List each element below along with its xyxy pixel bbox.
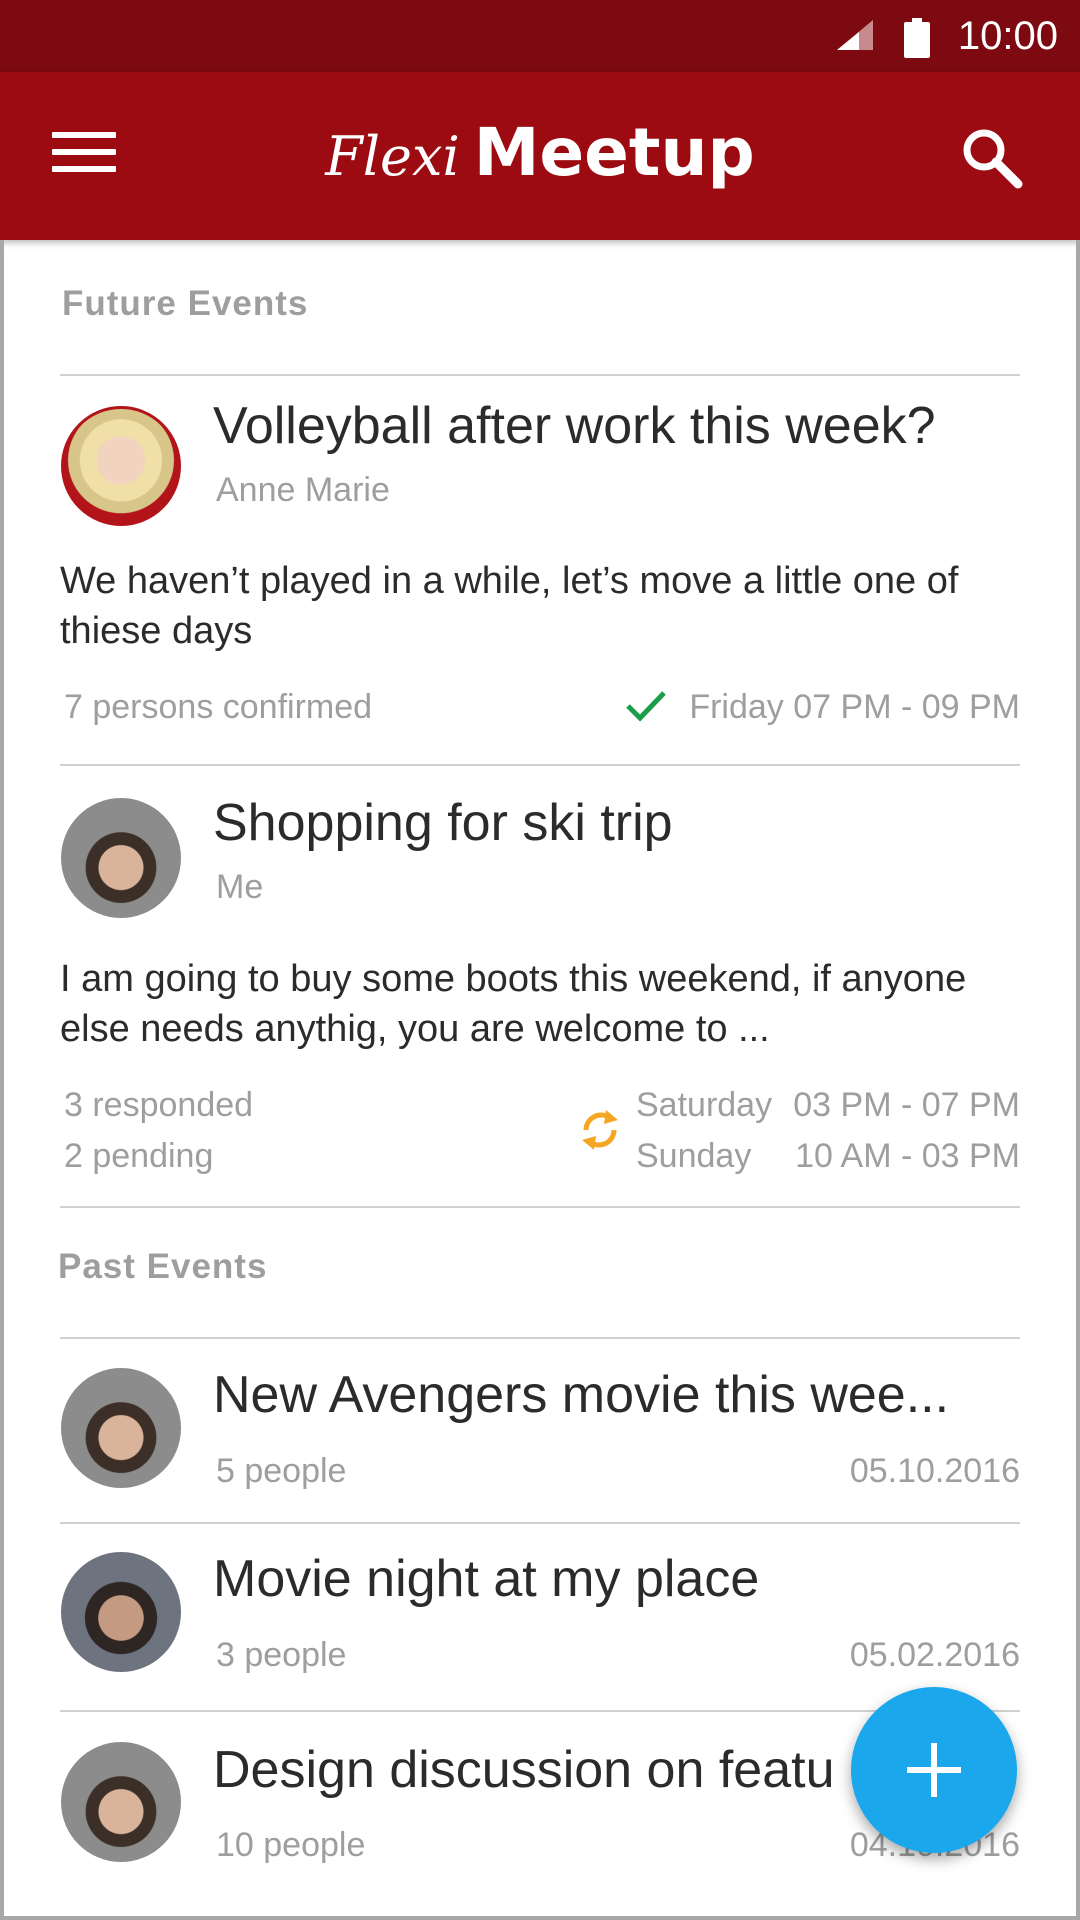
future-events-header: Future Events	[62, 284, 309, 323]
divider	[60, 764, 1020, 766]
logo-meetup: Meetup	[473, 114, 755, 191]
event-title: New Avengers movie this wee...	[213, 1366, 950, 1424]
app-bar: Flexi Meetup	[0, 72, 1080, 240]
frame-bottom	[0, 1916, 1080, 1920]
event-hours: 03 PM - 07 PM	[793, 1086, 1020, 1124]
signal-icon	[837, 20, 873, 50]
event-organizer: Anne Marie	[216, 471, 390, 509]
event-people-count: 10 people	[216, 1826, 366, 1864]
event-responded-count: 3 responded	[64, 1086, 254, 1124]
event-confirmed-status: 7 persons confirmed	[64, 688, 373, 726]
event-title: Shopping for ski trip	[213, 794, 673, 852]
plus-icon-bar	[907, 1767, 961, 1773]
status-bar: 10:00	[0, 0, 1080, 72]
event-day: Sunday	[636, 1137, 752, 1175]
event-title: Movie night at my place	[213, 1550, 760, 1608]
event-description: I am going to buy some boots this weeken…	[60, 958, 967, 1050]
avatar	[61, 1552, 181, 1672]
app-logo: Flexi Meetup	[0, 114, 1080, 191]
event-people-count: 5 people	[216, 1452, 347, 1490]
logo-flexi: Flexi	[325, 125, 460, 188]
sync-icon	[582, 1110, 618, 1150]
event-date: 05.02.2016	[849, 1636, 1020, 1674]
event-people-count: 3 people	[216, 1636, 347, 1674]
divider	[60, 374, 1020, 376]
event-date: 05.10.2016	[849, 1452, 1020, 1490]
check-icon	[626, 691, 666, 722]
avatar	[61, 1742, 181, 1862]
event-day: Saturday	[636, 1086, 773, 1124]
event-hours: 10 AM - 03 PM	[795, 1137, 1020, 1175]
past-events-header: Past Events	[58, 1247, 268, 1286]
event-time: Friday 07 PM - 09 PM	[689, 688, 1020, 726]
add-event-button[interactable]	[851, 1687, 1017, 1853]
avatar-anne-marie	[61, 406, 181, 526]
avatar	[61, 1368, 181, 1488]
divider	[60, 1337, 1020, 1339]
frame-right	[1076, 240, 1080, 1920]
divider	[60, 1522, 1020, 1524]
search-icon[interactable]	[960, 126, 1024, 190]
event-description: We haven’t played in a while, let’s move…	[60, 560, 959, 652]
avatar-me	[61, 798, 181, 918]
divider	[60, 1206, 1020, 1208]
event-pending-count: 2 pending	[64, 1137, 214, 1175]
event-organizer: Me	[216, 868, 264, 906]
battery-icon	[904, 18, 930, 58]
frame-left	[0, 240, 4, 1920]
event-title: Volleyball after work this week?	[213, 397, 936, 455]
status-time: 10:00	[957, 14, 1058, 58]
